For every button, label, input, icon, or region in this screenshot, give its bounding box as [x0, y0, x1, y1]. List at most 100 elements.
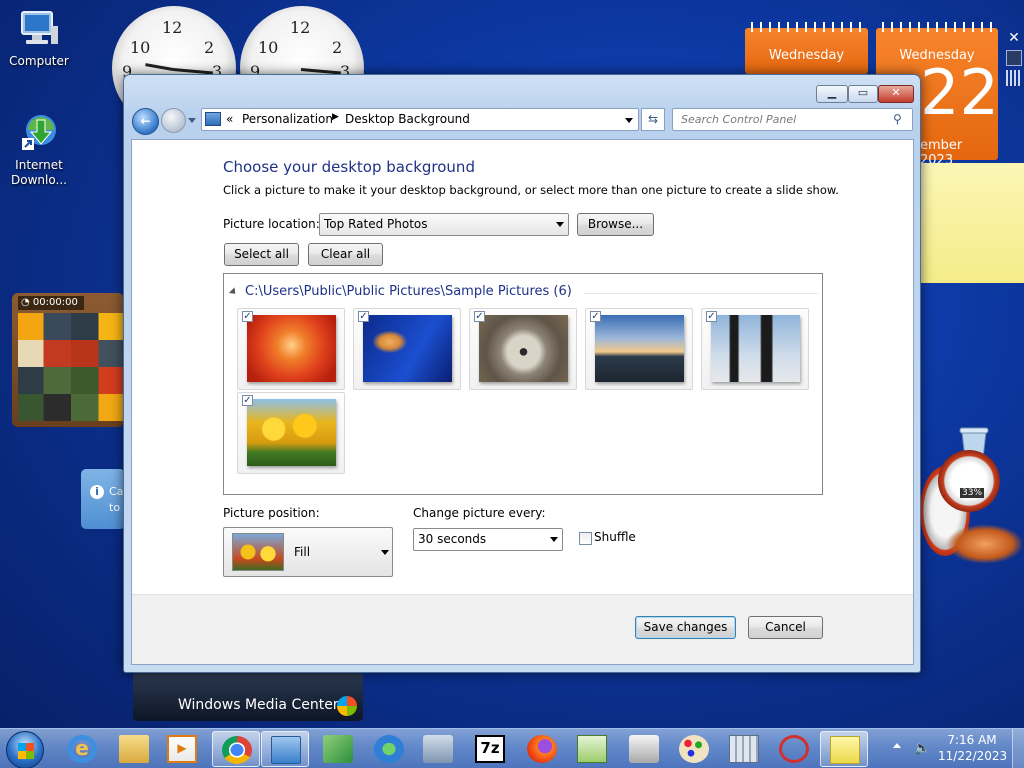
- calendar-gadget-small[interactable]: Wednesday: [745, 22, 868, 74]
- search-input[interactable]: Search Control Panel ⚲: [672, 108, 913, 131]
- control-panel-icon: [271, 736, 301, 764]
- save-changes-button[interactable]: Save changes: [635, 616, 736, 639]
- chevron-down-icon: [381, 550, 389, 555]
- clear-all-button[interactable]: Clear all: [308, 243, 383, 266]
- volume-muted-icon[interactable]: 🔈: [914, 741, 932, 757]
- sticky-note-gadget[interactable]: [918, 163, 1024, 283]
- picture-tulips[interactable]: ✓: [237, 392, 345, 474]
- chrome-icon: [222, 736, 252, 764]
- picture-position-select[interactable]: Fill: [223, 527, 393, 577]
- picture-checkbox[interactable]: ✓: [590, 311, 601, 322]
- select-all-button[interactable]: Select all: [224, 243, 299, 266]
- taskbar-7zip[interactable]: 7z: [466, 731, 514, 767]
- koala-thumbnail: [479, 315, 568, 382]
- breadcrumb-overflow[interactable]: «: [226, 112, 233, 126]
- gadget-size-icon[interactable]: [1006, 50, 1022, 66]
- position-preview-thumbnail: [232, 533, 284, 571]
- taskbar-network[interactable]: [414, 731, 462, 767]
- group-collapse-icon[interactable]: [228, 287, 239, 297]
- picture-chrysanthemum[interactable]: ✓: [237, 308, 345, 390]
- browse-button[interactable]: Browse...: [577, 213, 654, 236]
- content-area: Choose your desktop background Click a p…: [131, 139, 914, 665]
- taskbar-internet-explorer[interactable]: e: [58, 731, 106, 767]
- 7zip-icon: 7z: [475, 735, 505, 763]
- address-dropdown-icon[interactable]: [625, 118, 633, 123]
- clock-date[interactable]: 11/22/2023: [938, 749, 1007, 763]
- media-center-logo-icon: [337, 696, 357, 716]
- desktop-icon-internet-download-manager[interactable]: Internet Downlo...: [2, 112, 76, 188]
- desktop-icon-label: Downlo...: [11, 173, 67, 187]
- internet-download-manager-icon: [374, 735, 404, 763]
- show-hidden-icons-button[interactable]: [893, 743, 901, 748]
- media-player-icon: ▶: [167, 735, 197, 763]
- notepad-plus-icon: [577, 735, 607, 763]
- taskbar-calculator[interactable]: [720, 731, 768, 767]
- search-icon[interactable]: ⚲: [893, 112, 902, 126]
- change-interval-select[interactable]: 30 seconds: [413, 528, 563, 551]
- picture-checkbox[interactable]: ✓: [706, 311, 717, 322]
- page-instruction: Click a picture to make it your desktop …: [223, 183, 839, 197]
- taskbar-sticky-notes[interactable]: [820, 731, 868, 767]
- clock-time[interactable]: 7:16 AM: [946, 733, 998, 747]
- picture-jellyfish[interactable]: ✓: [353, 308, 461, 390]
- computer-icon: [18, 8, 60, 50]
- info-icon: i: [90, 485, 104, 499]
- picture-list[interactable]: C:\Users\Public\Public Pictures\Sample P…: [223, 273, 823, 495]
- picture-lighthouse[interactable]: ✓: [585, 308, 693, 390]
- windows-media-center-gadget[interactable]: Windows Media Center: [133, 672, 363, 721]
- taskbar-paint[interactable]: [670, 731, 718, 767]
- taskbar-snipping-tool[interactable]: [770, 731, 818, 767]
- picture-checkbox[interactable]: ✓: [242, 311, 253, 322]
- taskbar-notepad-plus[interactable]: [568, 731, 616, 767]
- taskbar-windows-explorer[interactable]: [110, 731, 158, 767]
- gadget-drag-icon[interactable]: [1006, 70, 1022, 86]
- network-icon: [423, 735, 453, 763]
- picture-checkbox[interactable]: ✓: [358, 311, 369, 322]
- recent-pages-dropdown-icon[interactable]: [188, 118, 196, 123]
- lighthouse-thumbnail: [595, 315, 684, 382]
- picture-location-select[interactable]: Top Rated Photos: [319, 213, 569, 236]
- puzzle-timer: ◔ 00:00:00: [18, 296, 84, 310]
- taskbar-media-player[interactable]: ▶: [158, 731, 206, 767]
- show-desktop-button[interactable]: [1012, 729, 1024, 768]
- cpu-meter-gadget[interactable]: 33% n: [916, 444, 1024, 568]
- close-button[interactable]: ✕: [878, 85, 914, 103]
- taskbar-control-panel[interactable]: [261, 731, 309, 767]
- breadcrumb-desktop-background[interactable]: Desktop Background: [345, 112, 470, 126]
- gadget-close-icon[interactable]: ✕: [1006, 30, 1022, 46]
- firefox-icon: [527, 735, 557, 763]
- chevron-down-icon: [556, 222, 564, 227]
- shuffle-label[interactable]: Shuffle: [594, 530, 636, 544]
- picture-position-label: Picture position:: [223, 506, 320, 520]
- picture-checkbox[interactable]: ✓: [242, 395, 253, 406]
- start-orb-icon[interactable]: [6, 731, 44, 768]
- taskbar-printer[interactable]: [620, 731, 668, 767]
- refresh-button[interactable]: ⇆: [641, 108, 665, 131]
- minimize-button[interactable]: ▁: [816, 85, 848, 103]
- maximize-button[interactable]: ▭: [848, 85, 878, 103]
- taskbar-firefox[interactable]: [518, 731, 566, 767]
- picture-checkbox[interactable]: ✓: [474, 311, 485, 322]
- shuffle-checkbox[interactable]: [579, 532, 592, 545]
- sticky-notes-icon: [830, 736, 860, 764]
- forward-button[interactable]: [161, 108, 186, 133]
- picture-koala[interactable]: ✓: [469, 308, 577, 390]
- picture-puzzle-gadget[interactable]: ◔ 00:00:00: [12, 293, 124, 427]
- back-button[interactable]: ←: [132, 108, 159, 135]
- desktop-icon-computer[interactable]: Computer: [2, 8, 76, 69]
- calendar-date: 22: [920, 56, 999, 129]
- taskbar-chrome[interactable]: [212, 731, 260, 767]
- cancel-button[interactable]: Cancel: [748, 616, 823, 639]
- group-header[interactable]: C:\Users\Public\Public Pictures\Sample P…: [245, 284, 572, 299]
- info-gadget[interactable]: i Ca to: [81, 469, 125, 529]
- breadcrumb-personalization[interactable]: Personalization: [242, 112, 333, 126]
- control-panel-icon: [205, 112, 221, 126]
- chevron-down-icon: [550, 537, 558, 542]
- paint-icon: [679, 735, 709, 763]
- picture-penguins[interactable]: ✓: [701, 308, 809, 390]
- desktop-background-window: ▁ ▭ ✕ ← « Personalization ▶ Desktop Back…: [123, 74, 921, 673]
- address-bar[interactable]: « Personalization ▶ Desktop Background: [201, 108, 639, 131]
- taskbar-internet-download-manager[interactable]: [365, 731, 413, 767]
- breadcrumb-separator-icon: ▶: [332, 112, 339, 122]
- taskbar-system-tools[interactable]: [314, 731, 362, 767]
